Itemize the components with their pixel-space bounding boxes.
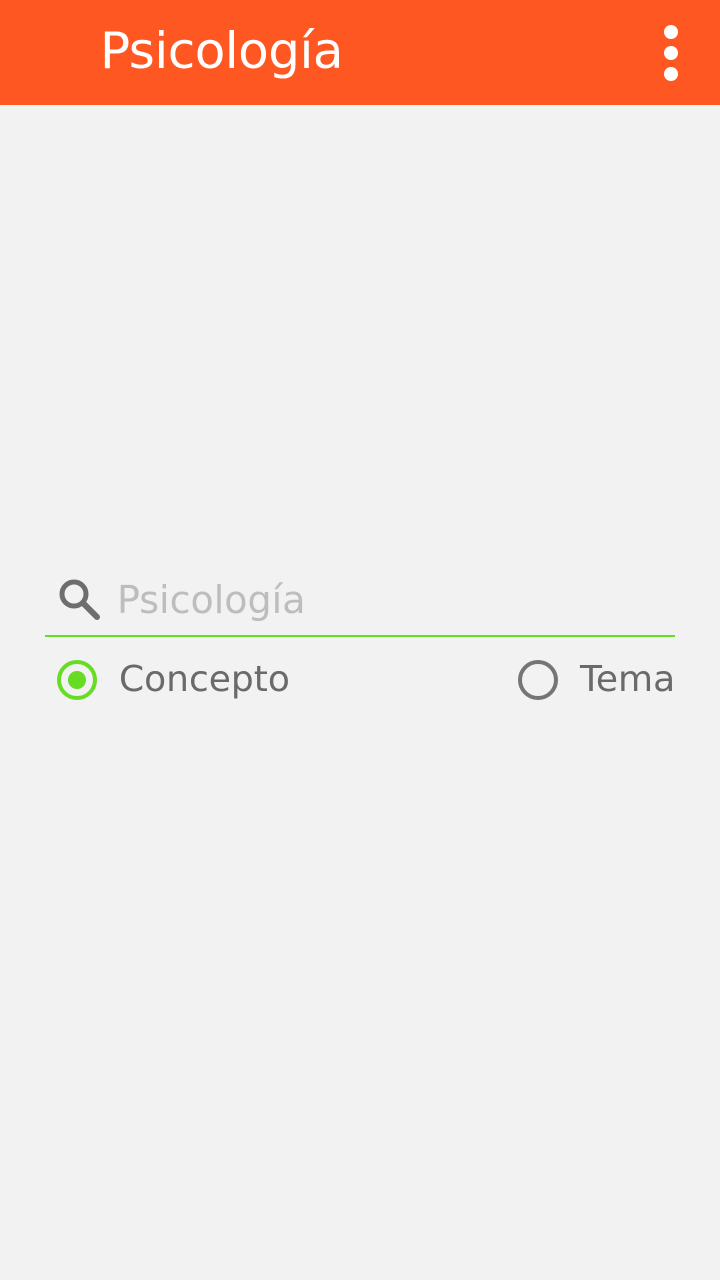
app-title: Psicología xyxy=(100,22,344,80)
radio-concepto[interactable]: Concepto xyxy=(57,656,317,708)
overflow-menu-button[interactable] xyxy=(648,18,694,88)
radio-concepto-label: Concepto xyxy=(119,659,290,700)
radio-unchecked-icon xyxy=(518,660,558,700)
search-input[interactable] xyxy=(117,573,657,627)
app-bar: Psicología xyxy=(0,0,720,105)
search-icon xyxy=(55,575,103,623)
radio-checked-icon xyxy=(57,660,97,700)
radio-tema[interactable]: Tema xyxy=(518,656,678,708)
radio-tema-label: Tema xyxy=(580,659,676,700)
search-bar[interactable] xyxy=(45,565,675,637)
